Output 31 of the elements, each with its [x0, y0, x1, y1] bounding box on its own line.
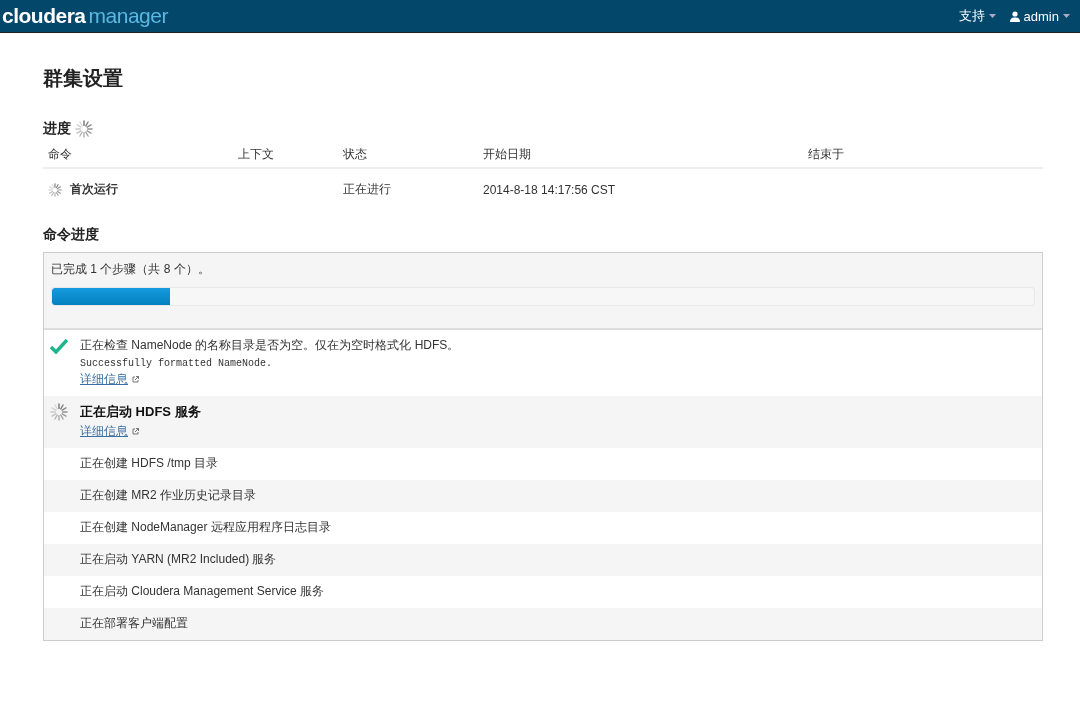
- step-title: 正在创建 MR2 作业历史记录目录: [80, 487, 256, 504]
- app-logo[interactable]: clouderamanager: [2, 4, 168, 28]
- menu-button[interactable]: 支持: [958, 7, 996, 25]
- step-title: 正在创建 NodeManager 远程应用程序日志目录: [80, 519, 331, 536]
- caret-icon: [988, 14, 996, 18]
- external-link-icon: [132, 428, 139, 435]
- step-title: 正在启动 HDFS 服务: [80, 403, 201, 421]
- menu-button[interactable]: admin: [1009, 8, 1070, 24]
- section-title: 进度: [43, 120, 71, 138]
- command-name: 首次运行: [70, 181, 118, 198]
- section-title: 命令进度: [43, 226, 99, 244]
- page-title: 群集设置: [43, 66, 124, 91]
- progress-summary: 已完成 1 个步骤（共 8 个）。: [51, 261, 211, 278]
- column-header: 状态: [338, 142, 478, 168]
- step-title: 正在部署客户端配置: [80, 615, 188, 632]
- details-link[interactable]: 详细信息: [80, 423, 139, 440]
- step-title: 正在检查 NameNode 的名称目录是否为空。仅在为空时格式化 HDFS。: [80, 337, 460, 354]
- external-link-icon: [132, 376, 139, 383]
- caret-icon: [1063, 14, 1070, 18]
- column-header: 上下文: [233, 142, 338, 168]
- step-output: Successfully formatted NameNode.: [80, 358, 274, 369]
- table-cell: 正在进行: [338, 168, 478, 212]
- column-header: 命令: [43, 142, 233, 168]
- table-cell: 2014-8-18 14:17:56 CST: [478, 168, 803, 212]
- details-link[interactable]: 详细信息: [80, 371, 139, 388]
- column-header: 开始日期: [478, 142, 803, 168]
- step-title: 正在启动 Cloudera Management Service 服务: [80, 583, 325, 600]
- step-title: 正在启动 YARN (MR2 Included) 服务: [80, 551, 277, 568]
- user-icon: [1009, 10, 1020, 22]
- column-header: 结束于: [803, 142, 1043, 168]
- step-title: 正在创建 HDFS /tmp 目录: [80, 455, 218, 472]
